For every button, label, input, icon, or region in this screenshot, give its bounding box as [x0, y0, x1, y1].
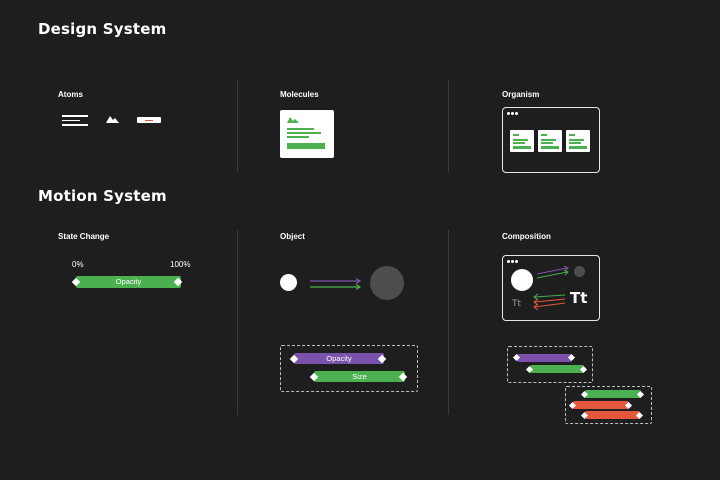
- divider: [448, 80, 449, 172]
- timeline-bar-red: [585, 411, 640, 419]
- opacity-keyframe-bar: Opacity: [76, 276, 181, 288]
- atoms-label: Atoms: [58, 90, 83, 99]
- composition-label: Composition: [502, 232, 551, 241]
- end-percent-label: 100%: [170, 260, 191, 269]
- molecules-label: Molecules: [280, 90, 319, 99]
- state-change-label: State Change: [58, 232, 110, 241]
- button-atom-icon: [137, 117, 161, 123]
- small-circle-icon: [511, 269, 533, 291]
- divider: [237, 80, 238, 172]
- image-icon: [287, 117, 299, 123]
- molecule-card-icon: [280, 110, 334, 158]
- motion-system-heading: Motion System: [38, 187, 167, 205]
- object-label: Object: [280, 232, 305, 241]
- organism-label: Organism: [502, 90, 540, 99]
- large-circle-icon: [574, 266, 585, 277]
- divider: [448, 230, 449, 415]
- motion-arrows-icon: [536, 265, 569, 279]
- small-circle-icon: [280, 274, 297, 291]
- mini-card: [510, 130, 534, 152]
- text-lines-icon: [62, 115, 88, 126]
- motion-arrows-icon: [533, 293, 566, 311]
- mini-card: [538, 130, 562, 152]
- timeline-bar-green: [585, 390, 641, 398]
- organism-window-icon: [502, 107, 600, 173]
- motion-arrows-icon: [310, 277, 362, 291]
- timeline-bar-red: [573, 401, 629, 409]
- object-size-bar: Size: [314, 371, 405, 382]
- timeline-bar-green: [530, 365, 584, 373]
- divider: [237, 230, 238, 415]
- large-circle-icon: [370, 266, 404, 300]
- small-type-label: Tt: [512, 299, 522, 309]
- timeline-bar-purple: [517, 354, 572, 362]
- large-type-label: Tt: [570, 289, 588, 307]
- start-percent-label: 0%: [72, 260, 84, 269]
- design-system-heading: Design System: [38, 20, 167, 38]
- object-opacity-bar: Opacity: [294, 353, 384, 364]
- composition-window-icon: Tt Tt: [502, 255, 600, 321]
- image-icon: [106, 116, 119, 123]
- mini-card: [566, 130, 590, 152]
